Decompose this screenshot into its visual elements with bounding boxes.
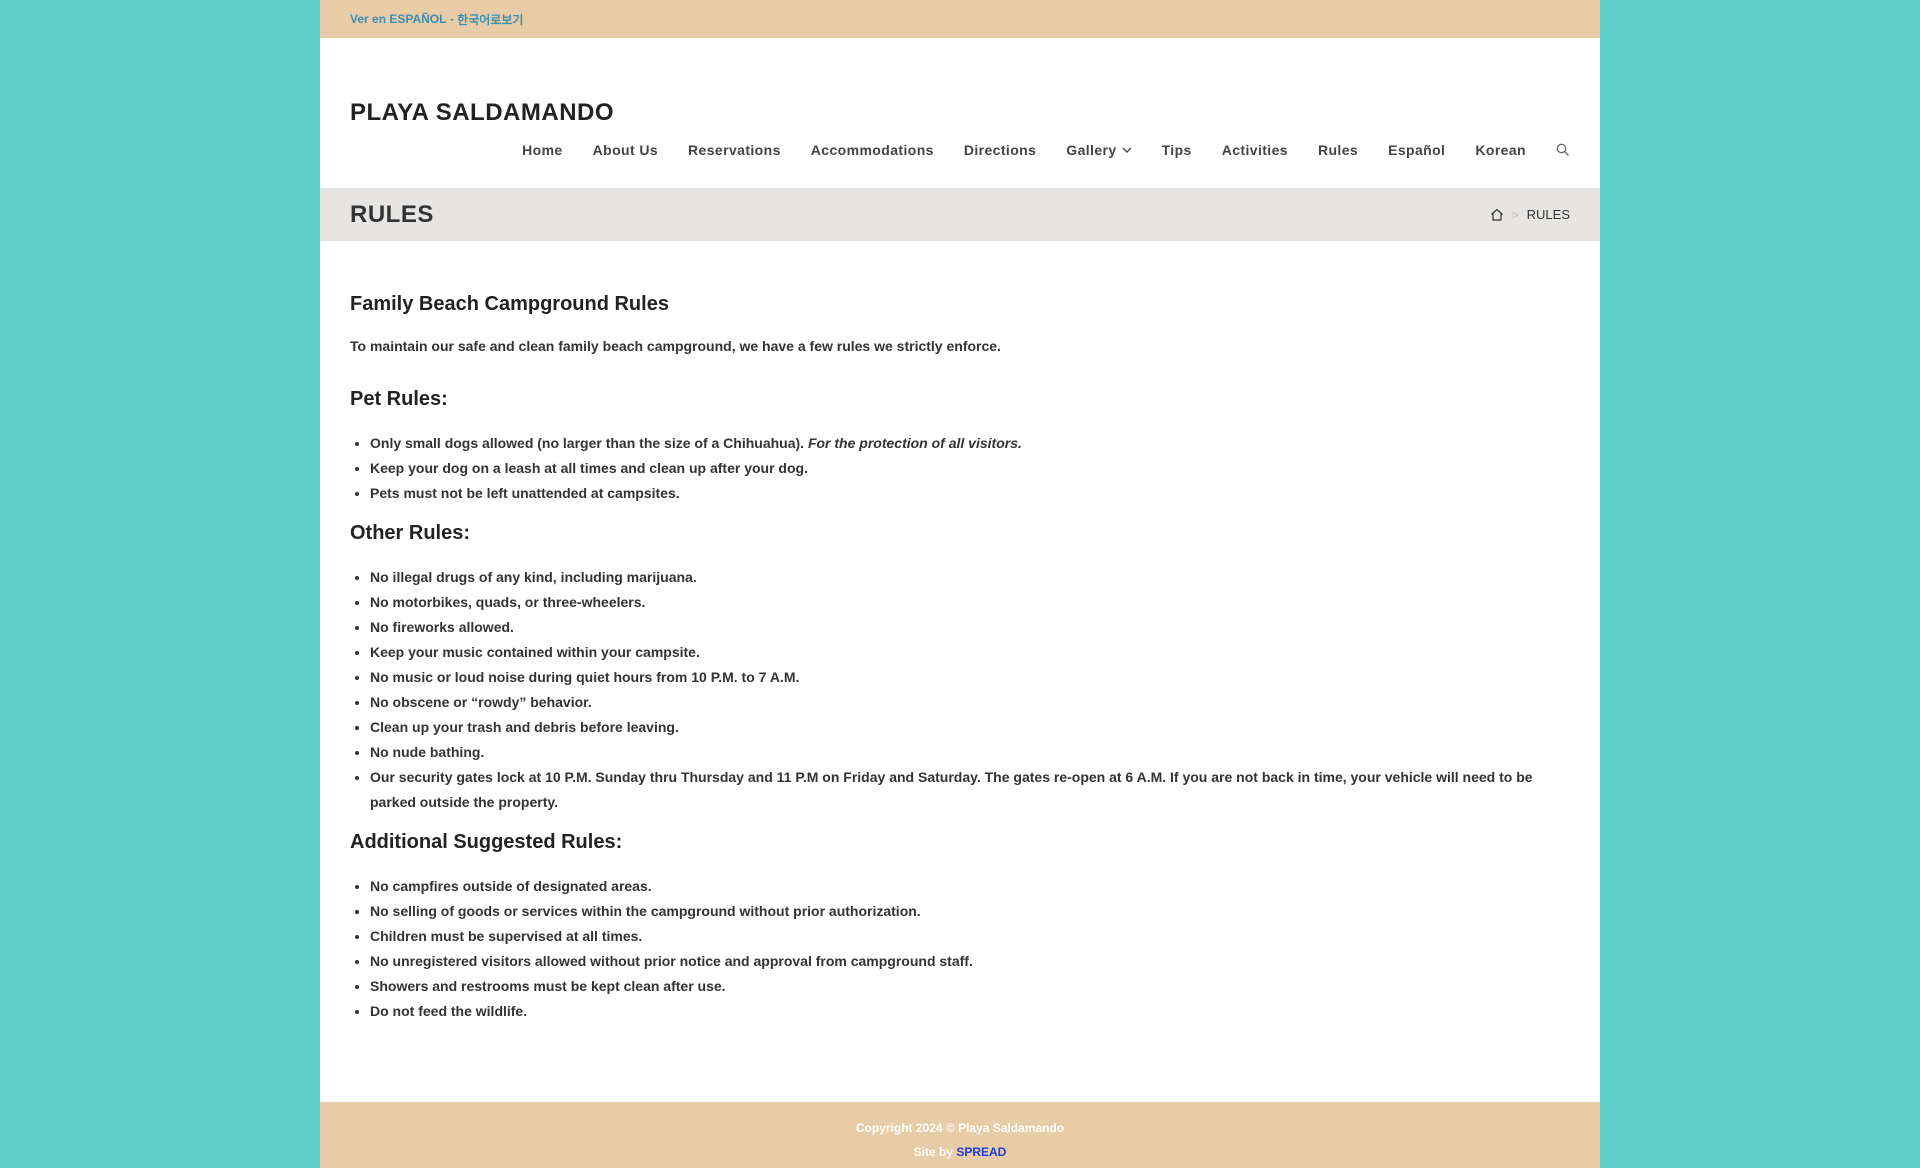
nav-korean[interactable]: Korean — [1475, 142, 1526, 158]
main-heading: Family Beach Campground Rules — [350, 293, 669, 315]
spanish-link[interactable]: Ver en ESPAÑOL — [350, 12, 446, 26]
spread-link[interactable]: SPREAD — [956, 1145, 1006, 1159]
site-header: PLAYA SALDAMANDO Home About Us Reservati… — [320, 38, 1600, 188]
nav-espanol[interactable]: Español — [1388, 142, 1445, 158]
site-container: Ver en ESPAÑOL - 한국어로보기 PLAYA SALDAMANDO… — [320, 0, 1600, 1168]
list-item: Pets must not be left unattended at camp… — [370, 481, 1570, 506]
list-item: Keep your dog on a leash at all times an… — [370, 456, 1570, 481]
list-item: No campfires outside of designated areas… — [370, 874, 1570, 899]
site-by-label: Site by — [913, 1145, 957, 1159]
other-rules-heading: Other Rules: — [350, 522, 471, 544]
list-item: Our security gates lock at 10 P.M. Sunda… — [370, 765, 1570, 815]
list-item: Only small dogs allowed (no larger than … — [370, 431, 1570, 456]
nav-directions[interactable]: Directions — [964, 142, 1036, 158]
nav-gallery[interactable]: Gallery — [1066, 142, 1132, 158]
intro-text: To maintain our safe and clean family be… — [350, 338, 1001, 354]
nav-about-us[interactable]: About Us — [593, 142, 658, 158]
additional-rules-list: No campfires outside of designated areas… — [350, 874, 1570, 1024]
list-item: No nude bathing. — [370, 740, 1570, 765]
list-item-emphasis: For the protection of all visitors. — [807, 435, 1022, 451]
nav-gallery-label: Gallery — [1066, 142, 1117, 158]
nav-reservations[interactable]: Reservations — [688, 142, 781, 158]
nav-activities[interactable]: Activities — [1222, 142, 1288, 158]
nav-rules[interactable]: Rules — [1318, 142, 1358, 158]
list-item: No fireworks allowed. — [370, 615, 1570, 640]
list-item: No unregistered visitors allowed without… — [370, 949, 1570, 974]
korean-link[interactable]: 한국어로보기 — [457, 11, 523, 28]
list-item: No illegal drugs of any kind, including … — [370, 565, 1570, 590]
pet-rules-list: Only small dogs allowed (no larger than … — [350, 431, 1570, 506]
breadcrumb-current: RULES — [1526, 207, 1570, 222]
pet-rules-heading: Pet Rules: — [350, 388, 448, 410]
nav-accommodations[interactable]: Accommodations — [811, 142, 934, 158]
nav-tips[interactable]: Tips — [1162, 142, 1192, 158]
chevron-down-icon — [1122, 145, 1132, 155]
page-title: RULES — [350, 200, 434, 228]
nav-home[interactable]: Home — [522, 142, 563, 158]
site-footer: Copyright 2024 © Playa Saldamando Site b… — [320, 1102, 1600, 1168]
list-item: Keep your music contained within your ca… — [370, 640, 1570, 665]
list-item: No motorbikes, quads, or three-wheelers. — [370, 590, 1570, 615]
list-item: No selling of goods or services within t… — [370, 899, 1570, 924]
other-rules-list: No illegal drugs of any kind, including … — [350, 565, 1570, 815]
main-content: Family Beach Campground Rules To maintai… — [320, 241, 1600, 1024]
list-item: No obscene or “rowdy” behavior. — [370, 690, 1570, 715]
home-icon[interactable] — [1490, 208, 1504, 221]
list-item: Do not feed the wildlife. — [370, 999, 1570, 1024]
breadcrumb: > RULES — [1490, 207, 1570, 222]
site-credit: Site by SPREAD — [320, 1140, 1600, 1164]
main-nav: Home About Us Reservations Accommodation… — [492, 142, 1570, 158]
list-item: Clean up your trash and debris before le… — [370, 715, 1570, 740]
page-header: RULES > RULES — [320, 188, 1600, 241]
top-bar: Ver en ESPAÑOL - 한국어로보기 — [320, 0, 1600, 38]
breadcrumb-separator: > — [1511, 207, 1519, 222]
copyright-text: Copyright 2024 © Playa Saldamando — [855, 1121, 1065, 1135]
list-item: No music or loud noise during quiet hour… — [370, 665, 1570, 690]
list-item: Children must be supervised at all times… — [370, 924, 1570, 949]
site-logo[interactable]: PLAYA SALDAMANDO — [350, 99, 614, 127]
list-item-text: Only small dogs allowed (no larger than … — [370, 435, 808, 451]
list-item: Showers and restrooms must be kept clean… — [370, 974, 1570, 999]
additional-rules-heading: Additional Suggested Rules: — [350, 831, 623, 853]
topbar-separator: - — [446, 12, 458, 26]
search-icon[interactable] — [1556, 143, 1570, 157]
